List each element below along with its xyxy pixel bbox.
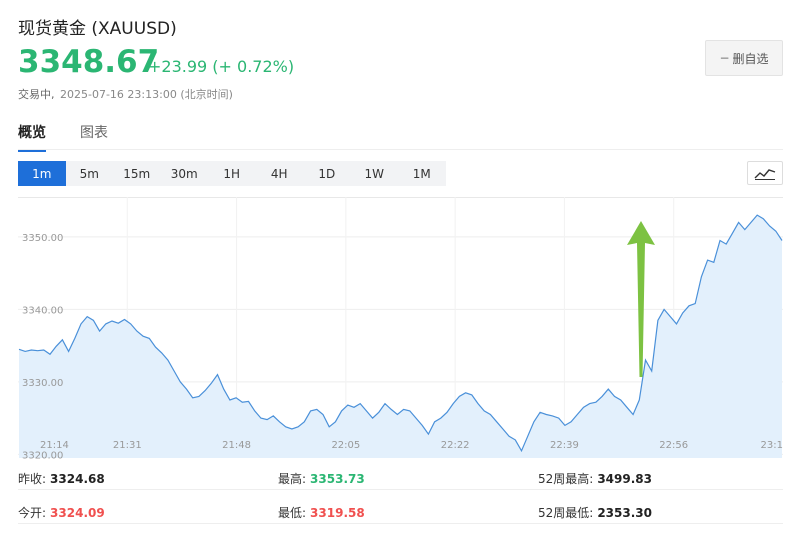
x-tick-label: 22:39	[550, 440, 579, 451]
stat-label: 最高:	[278, 472, 307, 486]
line-chart-icon	[754, 169, 776, 180]
remove-favorite-label: 删自选	[732, 51, 769, 66]
x-tick-label: 22:05	[331, 440, 360, 451]
tab-chart[interactable]: 图表	[80, 122, 108, 150]
stat-value: 3499.83	[597, 472, 652, 486]
x-tick-label: 22:22	[441, 440, 470, 451]
up-arrow-annotation	[627, 221, 655, 377]
x-tick-label: 21:31	[113, 440, 142, 451]
remove-favorite-button[interactable]: − 删自选	[705, 40, 783, 76]
up-arrow-icon	[627, 221, 655, 377]
tab-overview[interactable]: 概览	[18, 122, 46, 152]
period-5m[interactable]: 5m	[66, 161, 114, 186]
stat-label: 52周最高:	[538, 472, 594, 486]
stat-label: 52周最低:	[538, 506, 594, 520]
stat-value: 3324.68	[50, 472, 105, 486]
price-area-fill	[19, 215, 782, 458]
stat-label: 昨收:	[18, 472, 47, 486]
x-tick-label: 21:48	[222, 440, 251, 451]
stat-value: 2353.30	[597, 506, 652, 520]
period-1h[interactable]: 1H	[208, 161, 256, 186]
period-selector: 1m 5m 15m 30m 1H 4H 1D 1W 1M	[18, 161, 446, 186]
stat-52w-low: 52周最低: 2353.30	[538, 504, 652, 521]
y-tick-label: 3340.00	[22, 305, 63, 316]
stat-value: 3319.58	[310, 506, 365, 520]
period-4h[interactable]: 4H	[256, 161, 304, 186]
period-1w[interactable]: 1W	[351, 161, 399, 186]
stats-row-1: 昨收: 3324.68 最高: 3353.73 52周最高: 3499.83	[18, 462, 783, 490]
status-label: 交易中,	[18, 88, 55, 101]
stat-high: 最高: 3353.73	[278, 470, 365, 487]
trading-status: 交易中, 2025-07-16 23:13:00 (北京时间)	[18, 86, 233, 102]
stats-row-2: 今开: 3324.09 最低: 3319.58 52周最低: 2353.30	[18, 496, 783, 524]
period-1d[interactable]: 1D	[303, 161, 351, 186]
current-price: 3348.67	[18, 44, 160, 80]
y-tick-label: 3330.00	[22, 378, 63, 389]
tab-bar: 概览 图表	[18, 118, 783, 152]
price-chart: 3320.00 3330.00 3340.00 3350.00 21:31 21:48 2…	[18, 197, 783, 461]
period-1m[interactable]: 1m	[18, 161, 66, 186]
y-tick-label: 3320.00	[22, 450, 63, 461]
period-15m[interactable]: 15m	[113, 161, 161, 186]
stat-prev-close: 昨收: 3324.68	[18, 470, 105, 487]
stat-open: 今开: 3324.09	[18, 504, 105, 521]
stat-52w-high: 52周最高: 3499.83	[538, 470, 652, 487]
stat-value: 3324.09	[50, 506, 105, 520]
price-change: +23.99 (+ 0.72%)	[148, 57, 295, 76]
status-timestamp: 2025-07-16 23:13:00 (北京时间)	[60, 88, 233, 101]
minus-icon: −	[719, 51, 730, 65]
stat-label: 今开:	[18, 506, 47, 520]
stat-value: 3353.73	[310, 472, 365, 486]
period-1mo[interactable]: 1M	[398, 161, 446, 186]
period-30m[interactable]: 30m	[161, 161, 209, 186]
chart-type-button[interactable]	[747, 161, 783, 185]
y-tick-label: 3350.00	[22, 233, 63, 244]
x-tick-label: 22:56	[659, 440, 688, 451]
stat-label: 最低:	[278, 506, 307, 520]
quote-title: 现货黄金 (XAUUSD)	[18, 19, 177, 39]
x-tick-label: 21:14	[40, 440, 69, 451]
x-tick-label: 23:1	[761, 440, 783, 451]
stat-low: 最低: 3319.58	[278, 504, 365, 521]
